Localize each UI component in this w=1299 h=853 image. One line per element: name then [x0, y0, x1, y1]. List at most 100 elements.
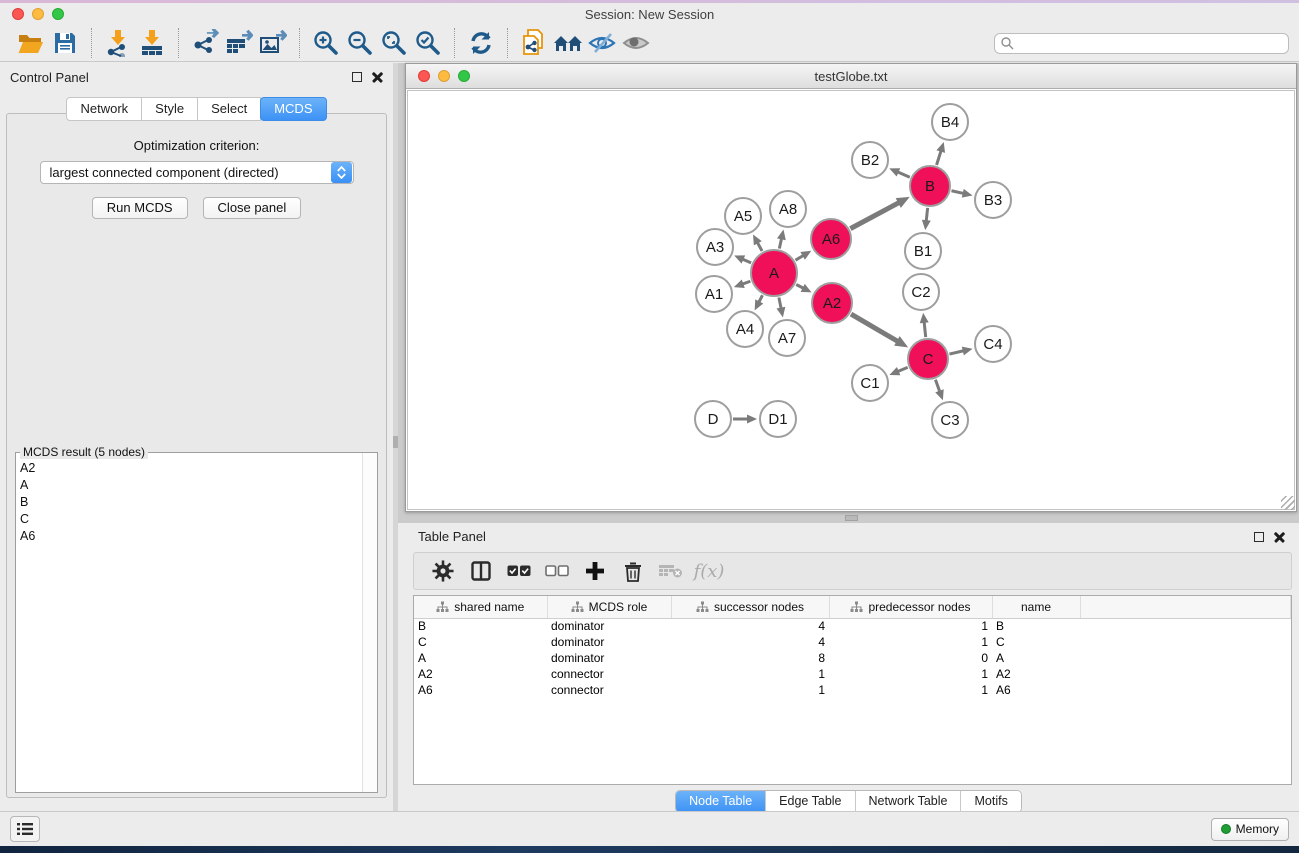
- deselect-all-checkboxes-button[interactable]: [540, 556, 574, 586]
- show-panels-menu-button[interactable]: [10, 816, 40, 842]
- table-cell[interactable]: 0: [829, 650, 992, 666]
- table-cell[interactable]: C: [414, 634, 547, 650]
- export-network-button[interactable]: [188, 28, 222, 58]
- graph-node[interactable]: B4: [932, 104, 968, 140]
- graph-node[interactable]: C3: [932, 402, 968, 438]
- graph-node[interactable]: A2: [812, 283, 852, 323]
- table-row[interactable]: A2connector11A2: [414, 666, 1291, 682]
- network-graph[interactable]: AA1A2A3A4A5A6A7A8BB1B2B3B4CC1C2C3C4DD1: [408, 91, 1295, 510]
- graph-node[interactable]: A5: [725, 198, 761, 234]
- table-cell[interactable]: A2: [992, 666, 1080, 682]
- table-cell[interactable]: A: [992, 650, 1080, 666]
- node-table-header[interactable]: shared nameMCDS rolesuccessor nodesprede…: [414, 596, 1291, 618]
- table-row[interactable]: A6connector11A6: [414, 682, 1291, 698]
- table-cell[interactable]: A6: [414, 682, 547, 698]
- delete-table-button[interactable]: [654, 556, 688, 586]
- graph-node[interactable]: B2: [852, 142, 888, 178]
- graph-edge[interactable]: [850, 202, 900, 229]
- column-header[interactable]: successor nodes: [671, 596, 829, 618]
- criterion-dropdown[interactable]: largest connected component (directed): [40, 161, 354, 184]
- graph-edge[interactable]: [851, 314, 899, 342]
- graph-node[interactable]: D: [695, 401, 731, 437]
- column-header[interactable]: predecessor nodes: [829, 596, 992, 618]
- column-header[interactable]: shared name: [414, 596, 547, 618]
- table-cell[interactable]: 1: [829, 618, 992, 634]
- graph-node[interactable]: C1: [852, 365, 888, 401]
- graph-edge[interactable]: [926, 208, 928, 222]
- graph-node[interactable]: C: [908, 339, 948, 379]
- create-column-button[interactable]: [578, 556, 612, 586]
- table-row[interactable]: Cdominator41C: [414, 634, 1291, 650]
- float-panel-icon[interactable]: [1254, 532, 1264, 542]
- column-header[interactable]: name: [992, 596, 1080, 618]
- zoom-selected-button[interactable]: [411, 28, 445, 58]
- graph-node[interactable]: A7: [769, 320, 805, 356]
- memory-button[interactable]: Memory: [1211, 818, 1289, 841]
- splitter-handle[interactable]: [845, 515, 858, 521]
- graph-edge[interactable]: [951, 191, 964, 194]
- tab-network-table[interactable]: Network Table: [855, 791, 961, 812]
- select-all-checkboxes-button[interactable]: [502, 556, 536, 586]
- result-scrollbar[interactable]: [362, 453, 377, 792]
- open-session-button[interactable]: [14, 28, 48, 58]
- graph-node[interactable]: A: [751, 250, 797, 296]
- show-all-button[interactable]: [619, 28, 653, 58]
- tab-select[interactable]: Select: [198, 97, 261, 121]
- close-panel-icon[interactable]: [372, 72, 383, 83]
- function-builder-button[interactable]: f(x): [692, 556, 726, 586]
- table-cell[interactable]: A6: [992, 682, 1080, 698]
- run-mcds-button[interactable]: Run MCDS: [92, 197, 188, 219]
- graph-node[interactable]: C4: [975, 326, 1011, 362]
- table-cell[interactable]: connector: [547, 666, 671, 682]
- graph-node[interactable]: A6: [811, 219, 851, 259]
- table-cell[interactable]: 1: [671, 666, 829, 682]
- graph-edge[interactable]: [937, 150, 942, 165]
- mcds-result-item[interactable]: C: [16, 510, 361, 527]
- zoom-out-button[interactable]: [343, 28, 377, 58]
- tab-node-table[interactable]: Node Table: [676, 791, 765, 812]
- node-table-body[interactable]: Bdominator41BCdominator41CAdominator80AA…: [414, 618, 1291, 698]
- export-table-button[interactable]: [222, 28, 256, 58]
- graph-edge[interactable]: [897, 172, 910, 178]
- mcds-result-item[interactable]: A6: [16, 527, 361, 544]
- zoom-fit-button[interactable]: [377, 28, 411, 58]
- table-row[interactable]: Adominator80A: [414, 650, 1291, 666]
- graph-node[interactable]: A8: [770, 191, 806, 227]
- import-network-button[interactable]: [101, 28, 135, 58]
- search-input[interactable]: [994, 33, 1289, 54]
- import-table-button[interactable]: [135, 28, 169, 58]
- table-cell[interactable]: 1: [829, 666, 992, 682]
- table-cell[interactable]: 1: [671, 682, 829, 698]
- table-cell[interactable]: dominator: [547, 634, 671, 650]
- node-table[interactable]: shared nameMCDS rolesuccessor nodesprede…: [414, 596, 1291, 698]
- table-cell[interactable]: A: [414, 650, 547, 666]
- horizontal-splitter[interactable]: [398, 512, 1299, 523]
- table-cell[interactable]: A2: [414, 666, 547, 682]
- graph-edge[interactable]: [935, 380, 940, 393]
- graph-edge[interactable]: [949, 351, 964, 355]
- graph-node[interactable]: C2: [903, 274, 939, 310]
- table-cell[interactable]: 1: [829, 682, 992, 698]
- tab-motifs[interactable]: Motifs: [960, 791, 1020, 812]
- tab-style[interactable]: Style: [142, 97, 198, 121]
- resize-grip-icon[interactable]: [1281, 496, 1295, 510]
- close-panel-icon[interactable]: [1274, 531, 1285, 542]
- graph-node[interactable]: D1: [760, 401, 796, 437]
- table-cell[interactable]: 4: [671, 634, 829, 650]
- tab-network[interactable]: Network: [66, 97, 142, 121]
- new-network-from-selection-button[interactable]: [517, 28, 551, 58]
- table-cell[interactable]: 8: [671, 650, 829, 666]
- first-neighbors-button[interactable]: [551, 28, 585, 58]
- save-session-button[interactable]: [48, 28, 82, 58]
- table-row[interactable]: Bdominator41B: [414, 618, 1291, 634]
- table-cell[interactable]: B: [992, 618, 1080, 634]
- graph-edge[interactable]: [924, 321, 926, 337]
- close-panel-button[interactable]: Close panel: [203, 197, 302, 219]
- table-settings-button[interactable]: [426, 556, 460, 586]
- table-cell[interactable]: B: [414, 618, 547, 634]
- table-cell[interactable]: dominator: [547, 618, 671, 634]
- graph-node[interactable]: A4: [727, 311, 763, 347]
- graph-node[interactable]: B3: [975, 182, 1011, 218]
- network-canvas[interactable]: AA1A2A3A4A5A6A7A8BB1B2B3B4CC1C2C3C4DD1: [407, 90, 1295, 510]
- tab-mcds[interactable]: MCDS: [260, 97, 326, 121]
